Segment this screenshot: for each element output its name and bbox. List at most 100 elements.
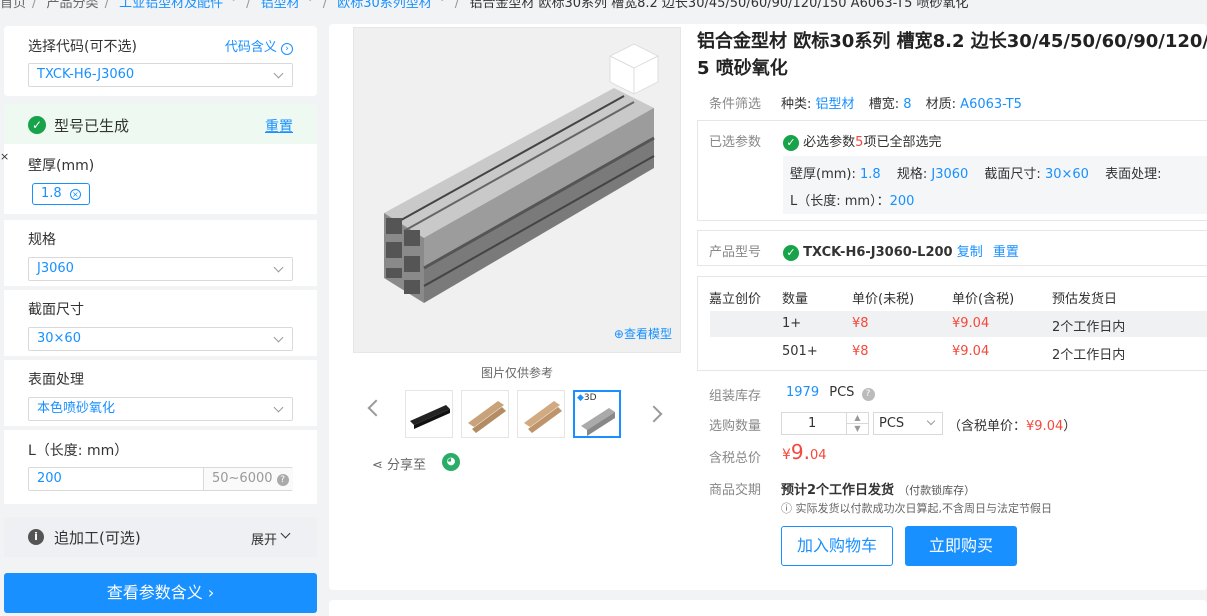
lower-card xyxy=(329,600,1207,616)
reset-link[interactable]: 重置 xyxy=(265,116,293,136)
check-circle-icon: ✓ xyxy=(783,134,799,151)
unit-select[interactable]: PCS xyxy=(873,412,943,435)
profile-thumb-image xyxy=(410,405,450,429)
thickness-tag[interactable]: 1.8 × xyxy=(32,183,90,205)
close-icon[interactable]: × xyxy=(0,150,9,163)
total-label: 含税总价 xyxy=(709,451,762,466)
breadcrumb-home[interactable]: 首页 xyxy=(0,0,26,11)
expand-label[interactable]: 展开 xyxy=(251,529,277,548)
chevron-down-icon xyxy=(280,528,291,539)
qty-label: 选购数量 xyxy=(709,419,762,434)
check-circle-icon: ✓ xyxy=(783,244,799,261)
copy-link[interactable]: 复制 xyxy=(957,245,983,260)
view-model-link[interactable]: ⊕查看模型 xyxy=(614,325,672,342)
quantity-input[interactable]: 1 xyxy=(808,416,816,431)
breadcrumb: 首页 / 产品分类 / 工业铝型材及配件 ﹀ / 铝型材 ﹀ / 欧标30系列型材 ﹀ / 铝合… xyxy=(0,0,973,11)
length-range: 50~6000 ? xyxy=(203,468,293,490)
image-caption: 图片仅供参考 xyxy=(481,366,554,380)
extra-process-bar[interactable]: i 追加工(可选) 展开 xyxy=(4,517,317,557)
filter-key: 种类: xyxy=(781,97,812,112)
spec-select[interactable]: J3060 xyxy=(28,257,293,281)
delivery-tip: ⓘ 实际发货以付款成功次日算起,不含周日与法定节假日 xyxy=(781,502,1052,515)
filter-key: 槽宽: xyxy=(868,97,900,112)
aluminum-profile-image xyxy=(384,43,659,303)
length-input[interactable]: 200 xyxy=(37,471,62,486)
code-label: 选择代码(可不选) xyxy=(28,39,137,55)
thumbnail-1[interactable] xyxy=(405,390,453,438)
breadcrumb-category[interactable]: 产品分类 xyxy=(47,0,99,11)
unit-price-note: （含税单价：¥9.04） xyxy=(948,419,1077,434)
thumbnail-3[interactable] xyxy=(517,390,565,438)
thickness-card: 壁厚(mm) 1.8 × xyxy=(4,144,317,214)
price-ship: 2个工作日内 xyxy=(1052,320,1126,335)
thumbnail-3d[interactable]: ◆3D xyxy=(573,390,621,438)
price-header-untaxed: 单价(未税) xyxy=(852,292,915,307)
section-card: 截面尺寸 30×60 xyxy=(4,290,317,356)
add-to-cart-button[interactable]: 加入购物车 xyxy=(781,526,893,566)
info-icon: i xyxy=(28,529,44,545)
section-label: 截面尺寸 xyxy=(28,302,84,318)
cube-icon: ◆ xyxy=(577,393,584,403)
breadcrumb-industrial[interactable]: 工业铝型材及配件 xyxy=(119,0,223,11)
model-value: TXCK-H6-J3060-L200 xyxy=(803,245,953,260)
surface-select[interactable]: 本色喷砂氧化 xyxy=(28,397,293,421)
stock-row: 1979 PCS ? xyxy=(786,385,875,401)
decrement-icon[interactable]: ▼ xyxy=(846,424,868,435)
help-icon: ? xyxy=(276,474,289,486)
price-label: 嘉立创价 xyxy=(709,292,762,307)
breadcrumb-series[interactable]: 欧标30系列型材 xyxy=(337,0,432,11)
selected-status: ✓ 必选参数5项已全部选完 xyxy=(783,131,941,151)
length-label: L（长度: mm） xyxy=(28,443,129,459)
quantity-stepper[interactable]: 1 ▲ ▼ xyxy=(781,412,869,435)
code-card: 选择代码(可不选) 代码含义 › TXCK-H6-J3060 xyxy=(4,26,317,96)
stock-value: 1979 xyxy=(786,385,820,400)
filter-value[interactable]: A6063-T5 xyxy=(960,97,1022,112)
delivery-label: 商品交期 xyxy=(709,483,762,498)
breadcrumb-current: 铝合金型材 欧标30系列 槽宽8.2 边长30/45/50/60/90/120/… xyxy=(469,0,969,11)
price-untaxed: ¥8 xyxy=(852,344,869,359)
surface-label: 表面处理 xyxy=(28,372,84,388)
code-select[interactable]: TXCK-H6-J3060 xyxy=(28,63,293,87)
model-label: 产品型号 xyxy=(709,245,762,260)
params-length-row: L（长度: mm）：200 xyxy=(790,194,915,209)
thickness-label: 壁厚(mm) xyxy=(28,158,95,174)
model-reset-link[interactable]: 重置 xyxy=(993,245,1019,260)
filter-label: 条件筛选 xyxy=(709,97,762,112)
share-row: ⋖ 分享至 xyxy=(372,458,427,473)
filter-value[interactable]: 8 xyxy=(903,97,911,112)
stock-label: 组装库存 xyxy=(709,389,762,404)
filter-value[interactable]: 铝型材 xyxy=(816,97,855,112)
chevron-down-icon xyxy=(273,68,284,79)
section-select[interactable]: 30×60 xyxy=(28,327,293,351)
price-qty: 501+ xyxy=(782,344,818,359)
product-image[interactable]: ⊕查看模型 xyxy=(353,27,681,353)
wood-thumb-image xyxy=(524,401,562,433)
buy-now-button[interactable]: 立即购买 xyxy=(905,526,1017,566)
info-circle-icon: ⓘ xyxy=(781,502,792,515)
chevron-down-icon xyxy=(273,402,284,413)
thumbnail-2[interactable] xyxy=(461,390,509,438)
check-circle-icon: ✓ xyxy=(28,116,46,134)
help-icon[interactable]: ? xyxy=(861,388,875,401)
spec-label: 规格 xyxy=(28,232,56,248)
close-circle-icon[interactable]: × xyxy=(69,189,81,200)
generated-label: 型号已生成 xyxy=(54,117,130,135)
filter-key: 材质: xyxy=(925,97,957,112)
price-header-ship: 预估发货日 xyxy=(1052,292,1118,307)
surface-card: 表面处理 本色喷砂氧化 xyxy=(4,360,317,426)
length-input-group: 200 50~6000 ? xyxy=(28,467,293,491)
wood-thumb-image xyxy=(468,401,506,433)
view-params-button[interactable]: 查看参数含义 › xyxy=(4,573,317,613)
badge-3d: ◆3D xyxy=(577,393,597,403)
increment-icon[interactable]: ▲ xyxy=(846,413,868,424)
extra-label: 追加工(可选) xyxy=(54,529,141,547)
zoom-icon: ⊕ xyxy=(613,327,624,341)
price-ship: 2个工作日内 xyxy=(1052,348,1126,363)
price-qty: 1+ xyxy=(782,316,802,331)
code-help-link[interactable]: 代码含义 › xyxy=(225,36,293,55)
params-row: 壁厚(mm): 1.8 规格: J3060 截面尺寸: 30×60 表面处理: xyxy=(790,167,1162,182)
breadcrumb-aluminum[interactable]: 铝型材 xyxy=(261,0,300,11)
wechat-icon[interactable]: ◕ xyxy=(442,453,460,471)
filter-row: 种类: 铝型材 槽宽: 8 材质: A6063-T5 xyxy=(781,93,1022,112)
total-price: ¥9.04 xyxy=(782,440,827,464)
